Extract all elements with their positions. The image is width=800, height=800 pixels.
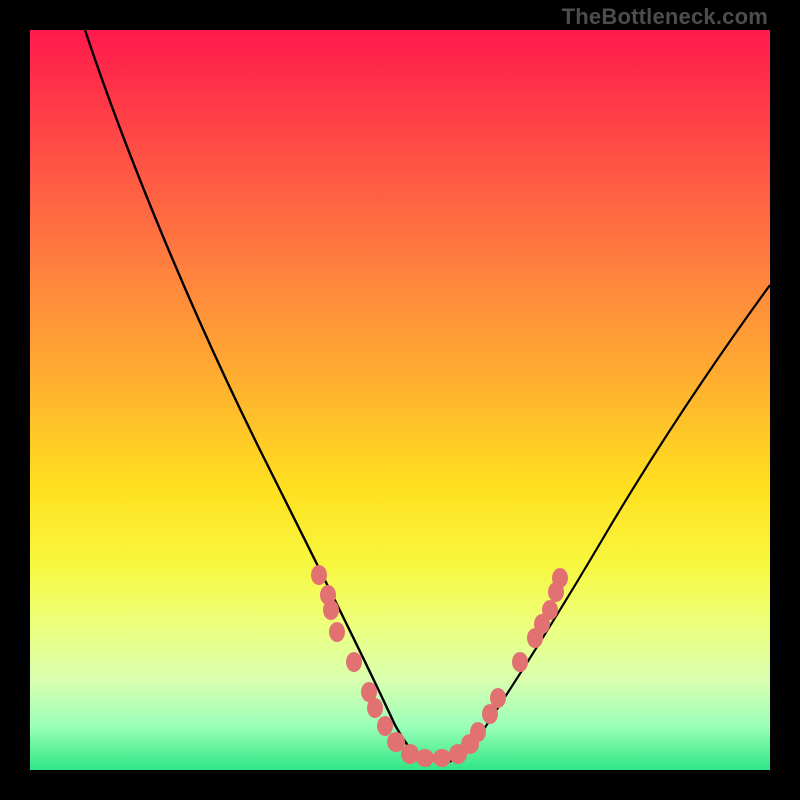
marker-dot (542, 600, 558, 620)
marker-dot (512, 652, 528, 672)
right-curve (438, 285, 770, 765)
marker-dot (377, 716, 393, 736)
marker-group (311, 565, 568, 767)
marker-dot (329, 622, 345, 642)
plot-area (30, 30, 770, 770)
marker-dot (367, 698, 383, 718)
marker-dot (433, 749, 451, 767)
marker-dot (470, 722, 486, 742)
marker-dot (552, 568, 568, 588)
marker-dot (490, 688, 506, 708)
left-curve (85, 30, 430, 765)
marker-dot (416, 749, 434, 767)
outer-frame: TheBottleneck.com (0, 0, 800, 800)
attribution-text: TheBottleneck.com (562, 4, 768, 30)
marker-dot (346, 652, 362, 672)
marker-dot (311, 565, 327, 585)
marker-dot (401, 744, 419, 764)
chart-svg (30, 30, 770, 770)
marker-dot (323, 600, 339, 620)
